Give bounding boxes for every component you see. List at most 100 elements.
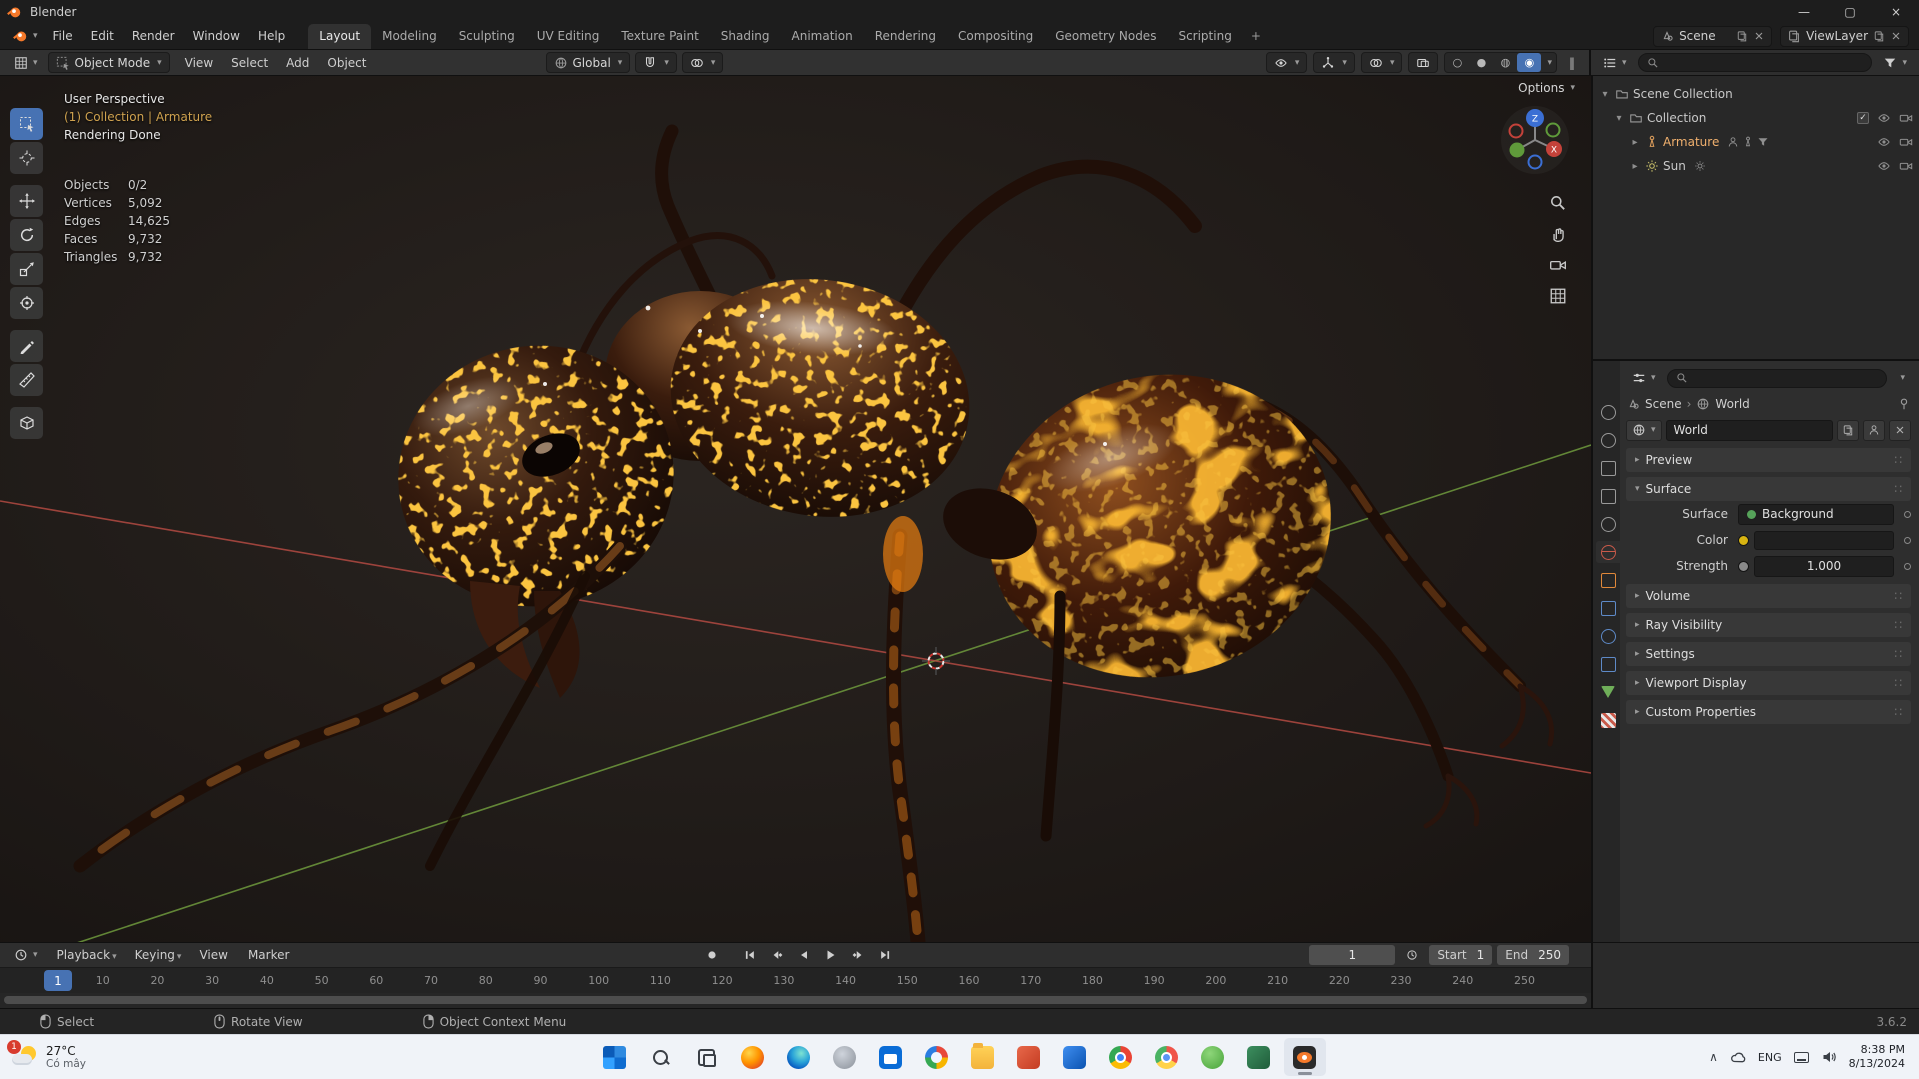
workspace-tab-geometry-nodes[interactable]: Geometry Nodes bbox=[1044, 24, 1167, 49]
navigation-gizmo[interactable]: Z X bbox=[1499, 104, 1571, 176]
taskbar-app-start[interactable] bbox=[594, 1038, 636, 1076]
shading-rendered-button[interactable]: ◉ bbox=[1517, 53, 1541, 72]
properties-filter-button[interactable]: ▾ bbox=[1892, 371, 1911, 385]
menu-window[interactable]: Window bbox=[184, 25, 249, 47]
editor-type-button[interactable]: ▾ bbox=[8, 54, 44, 72]
onedrive-cloud-icon[interactable] bbox=[1730, 1049, 1746, 1065]
properties-tab-constraints[interactable] bbox=[1601, 657, 1616, 672]
editor-toggle-icon[interactable]: ‖ bbox=[1563, 54, 1581, 72]
tool-select-box[interactable] bbox=[10, 108, 43, 140]
scrollbar-handle[interactable] bbox=[4, 996, 1587, 1004]
workspace-tab-compositing[interactable]: Compositing bbox=[947, 24, 1044, 49]
tool-measure[interactable] bbox=[10, 364, 43, 396]
taskbar-app-photos[interactable] bbox=[916, 1038, 958, 1076]
object-visibility-dropdown[interactable]: ▾ bbox=[1266, 52, 1308, 73]
previous-keyframe-button[interactable] bbox=[765, 945, 789, 965]
add-workspace-button[interactable]: + bbox=[1243, 25, 1269, 47]
taskbar-clock[interactable]: 8:38 PM 8/13/2024 bbox=[1849, 1043, 1905, 1071]
panel-drag-grip[interactable]: ∷ bbox=[1894, 705, 1904, 719]
outliner-filter-button[interactable]: ▾ bbox=[1877, 54, 1913, 72]
viewport-menu-object[interactable]: Object bbox=[318, 52, 375, 74]
taskbar-app-search[interactable] bbox=[640, 1038, 682, 1076]
xray-toggle[interactable] bbox=[1408, 52, 1438, 73]
timeline-scrollbar[interactable] bbox=[0, 993, 1591, 1008]
world-name-field[interactable]: World bbox=[1666, 420, 1833, 441]
shading-options-chevron[interactable]: ▾ bbox=[1543, 58, 1556, 68]
outliner-row-sun[interactable]: ▸ Sun bbox=[1593, 154, 1919, 178]
workspace-tab-animation[interactable]: Animation bbox=[781, 24, 864, 49]
playhead[interactable]: 1 bbox=[44, 970, 72, 991]
shading-material-button[interactable]: ◍ bbox=[1493, 53, 1517, 72]
world-browse-button[interactable]: ▾ bbox=[1626, 420, 1662, 441]
properties-tab-view-layer[interactable] bbox=[1601, 489, 1616, 504]
properties-tab-physics[interactable] bbox=[1601, 629, 1616, 644]
close-button[interactable]: × bbox=[1873, 0, 1919, 23]
minimize-button[interactable]: — bbox=[1781, 0, 1827, 23]
properties-tab-output[interactable] bbox=[1601, 461, 1616, 476]
breadcrumb-world[interactable]: World bbox=[1715, 397, 1749, 411]
play-reverse-button[interactable] bbox=[792, 945, 816, 965]
world-fake-user-button[interactable] bbox=[1863, 420, 1885, 441]
tool-cursor[interactable] bbox=[10, 142, 43, 174]
world-unlink-button[interactable] bbox=[1889, 420, 1911, 441]
scene-copies-button[interactable] bbox=[1736, 30, 1748, 42]
panel-drag-grip[interactable]: ∷ bbox=[1894, 482, 1904, 496]
animate-dot[interactable] bbox=[1904, 537, 1911, 544]
world-copies-button[interactable] bbox=[1837, 420, 1859, 441]
properties-tab-texture[interactable] bbox=[1601, 713, 1616, 728]
hide-eye-icon[interactable] bbox=[1877, 159, 1891, 173]
properties-tab-tool[interactable] bbox=[1601, 405, 1616, 420]
viewport-menu-add[interactable]: Add bbox=[277, 52, 318, 74]
scene-selector[interactable]: Scene bbox=[1653, 26, 1772, 47]
timeline-editor-type-button[interactable]: ▾ bbox=[8, 946, 44, 964]
breadcrumb-scene[interactable]: Scene bbox=[1645, 397, 1682, 411]
language-indicator[interactable]: ENG bbox=[1758, 1051, 1782, 1064]
ortho-grid-icon[interactable] bbox=[1549, 287, 1567, 305]
timeline-menu-playback[interactable]: Playback▾ bbox=[48, 944, 126, 966]
color-swatch-field[interactable] bbox=[1754, 531, 1894, 550]
disable-render-camera-icon[interactable] bbox=[1899, 111, 1913, 125]
taskbar-app-task-view[interactable] bbox=[686, 1038, 728, 1076]
menu-help[interactable]: Help bbox=[249, 25, 294, 47]
auto-keying-clock-button[interactable] bbox=[1400, 945, 1424, 965]
taskbar-app-app-red[interactable] bbox=[1008, 1038, 1050, 1076]
panel-volume[interactable]: ▸Volume ∷ bbox=[1626, 584, 1911, 608]
panel-drag-grip[interactable]: ∷ bbox=[1894, 589, 1904, 603]
strength-value-field[interactable]: 1.000 bbox=[1754, 556, 1894, 577]
proportional-editing-dropdown[interactable]: ▾ bbox=[682, 52, 724, 73]
play-button[interactable] bbox=[819, 945, 843, 965]
timeline-ruler[interactable]: 1102030405060708090100110120130140150160… bbox=[0, 967, 1591, 993]
workspace-tab-shading[interactable]: Shading bbox=[710, 24, 781, 49]
viewport-menu-view[interactable]: View bbox=[176, 52, 222, 74]
record-button[interactable] bbox=[700, 945, 724, 965]
panel-viewport-display[interactable]: ▸Viewport Display ∷ bbox=[1626, 671, 1911, 695]
tool-move[interactable] bbox=[10, 185, 43, 217]
next-keyframe-button[interactable] bbox=[846, 945, 870, 965]
panel-drag-grip[interactable]: ∷ bbox=[1894, 618, 1904, 632]
gizmos-dropdown[interactable]: ▾ bbox=[1313, 52, 1355, 73]
workspace-tab-rendering[interactable]: Rendering bbox=[864, 24, 947, 49]
viewport-options-dropdown[interactable]: Options▾ bbox=[1518, 81, 1575, 95]
collection-exclude-checkbox[interactable]: ✓ bbox=[1857, 112, 1869, 124]
viewport-3d[interactable]: User Perspective (1) Collection | Armatu… bbox=[0, 76, 1591, 942]
panel-surface[interactable]: ▾Surface ∷ bbox=[1626, 477, 1911, 501]
viewport-menu-select[interactable]: Select bbox=[222, 52, 277, 74]
volume-icon[interactable] bbox=[1821, 1049, 1837, 1065]
weather-widget[interactable]: 1 27°C Có mây bbox=[12, 1044, 86, 1070]
tool-add-cube[interactable] bbox=[10, 407, 43, 439]
outliner-row-collection[interactable]: ▾ Collection ✓ bbox=[1593, 106, 1919, 130]
ime-keyboard-icon[interactable] bbox=[1794, 1052, 1809, 1063]
viewlayer-selector[interactable]: ViewLayer bbox=[1780, 26, 1909, 47]
taskbar-app-app-gray[interactable] bbox=[824, 1038, 866, 1076]
tray-chevron-up-icon[interactable]: ∧ bbox=[1709, 1050, 1718, 1064]
timeline-menu-view[interactable]: View bbox=[190, 944, 238, 966]
snapping-dropdown[interactable]: ▾ bbox=[635, 52, 677, 73]
shading-wireframe-button[interactable]: ○ bbox=[1445, 53, 1469, 72]
outliner-search-input[interactable] bbox=[1638, 53, 1873, 72]
properties-tab-render[interactable] bbox=[1601, 433, 1616, 448]
camera-view-icon[interactable] bbox=[1549, 256, 1567, 274]
start-frame-field[interactable]: Start 1 bbox=[1429, 945, 1492, 965]
current-frame-field[interactable]: 1 bbox=[1309, 945, 1395, 965]
disable-render-camera-icon[interactable] bbox=[1899, 135, 1913, 149]
workspace-tab-layout[interactable]: Layout bbox=[308, 24, 371, 49]
